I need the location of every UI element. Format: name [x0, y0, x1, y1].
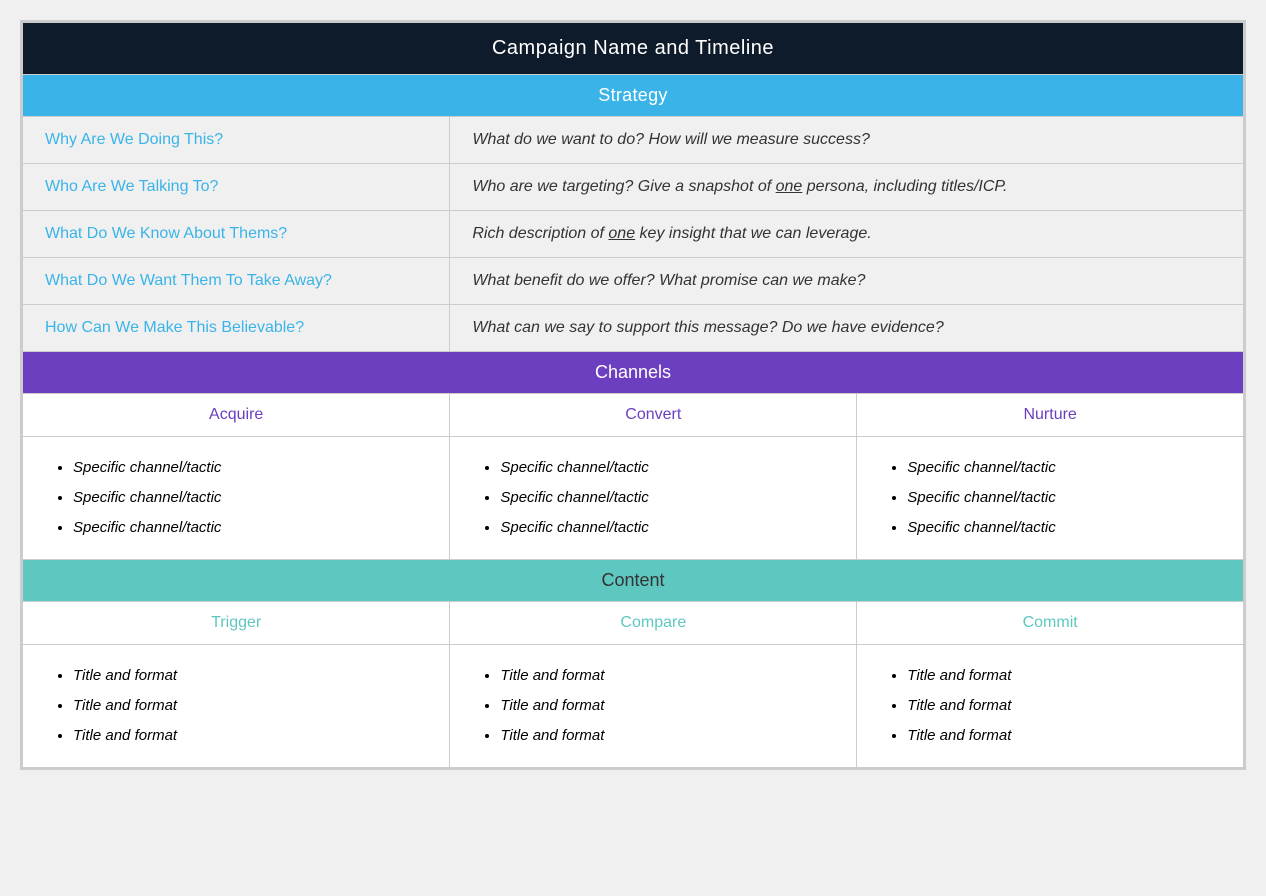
list-item: Specific channel/tactic [907, 453, 1223, 483]
channel-nurture-header: Nurture [857, 394, 1244, 437]
list-item: Specific channel/tactic [73, 453, 429, 483]
strategy-answer-2: Who are we targeting? Give a snapshot of… [450, 164, 1244, 211]
list-item: Specific channel/tactic [500, 513, 836, 543]
header-row: Campaign Name and Timeline [23, 23, 1244, 75]
list-item: Title and format [500, 691, 836, 721]
list-item: Specific channel/tactic [907, 483, 1223, 513]
strategy-row-2: Who Are We Talking To? Who are we target… [23, 164, 1244, 211]
strategy-answer-5: What can we say to support this message?… [450, 305, 1244, 352]
list-item: Specific channel/tactic [907, 513, 1223, 543]
list-item: Specific channel/tactic [73, 483, 429, 513]
strategy-label: Strategy [23, 75, 1244, 117]
content-label: Content [23, 560, 1244, 602]
list-item: Title and format [73, 691, 429, 721]
channels-col-headers: Acquire Convert Nurture [23, 394, 1244, 437]
strategy-answer-4: What benefit do we offer? What promise c… [450, 258, 1244, 305]
list-item: Specific channel/tactic [500, 483, 836, 513]
channel-convert-header: Convert [450, 394, 857, 437]
content-commit-header: Commit [857, 602, 1244, 645]
list-item: Title and format [500, 721, 836, 751]
channels-label: Channels [23, 352, 1244, 394]
strategy-question-4: What Do We Want Them To Take Away? [23, 258, 450, 305]
channel-nurture-items: Specific channel/tactic Specific channel… [857, 437, 1244, 560]
strategy-question-5: How Can We Make This Believable? [23, 305, 450, 352]
content-trigger-header: Trigger [23, 602, 450, 645]
list-item: Title and format [73, 721, 429, 751]
content-trigger-items: Title and format Title and format Title … [23, 645, 450, 768]
channel-acquire-items: Specific channel/tactic Specific channel… [23, 437, 450, 560]
strategy-answer-3: Rich description of one key insight that… [450, 211, 1244, 258]
content-section-header: Content [23, 560, 1244, 602]
strategy-row-3: What Do We Know About Thems? Rich descri… [23, 211, 1244, 258]
list-item: Title and format [907, 721, 1223, 751]
content-compare-header: Compare [450, 602, 857, 645]
list-item: Specific channel/tactic [500, 453, 836, 483]
list-item: Specific channel/tactic [73, 513, 429, 543]
strategy-section-header: Strategy [23, 75, 1244, 117]
list-item: Title and format [907, 661, 1223, 691]
list-item: Title and format [907, 691, 1223, 721]
strategy-question-1: Why Are We Doing This? [23, 117, 450, 164]
content-commit-items: Title and format Title and format Title … [857, 645, 1244, 768]
strategy-row-1: Why Are We Doing This? What do we want t… [23, 117, 1244, 164]
strategy-row-4: What Do We Want Them To Take Away? What … [23, 258, 1244, 305]
channel-convert-items: Specific channel/tactic Specific channel… [450, 437, 857, 560]
strategy-question-2: Who Are We Talking To? [23, 164, 450, 211]
list-item: Title and format [73, 661, 429, 691]
content-compare-items: Title and format Title and format Title … [450, 645, 857, 768]
channels-section-header: Channels [23, 352, 1244, 394]
channels-data-row: Specific channel/tactic Specific channel… [23, 437, 1244, 560]
strategy-row-5: How Can We Make This Believable? What ca… [23, 305, 1244, 352]
strategy-question-3: What Do We Know About Thems? [23, 211, 450, 258]
channel-acquire-header: Acquire [23, 394, 450, 437]
list-item: Title and format [500, 661, 836, 691]
strategy-answer-1: What do we want to do? How will we measu… [450, 117, 1244, 164]
content-col-headers: Trigger Compare Commit [23, 602, 1244, 645]
campaign-title: Campaign Name and Timeline [23, 23, 1244, 75]
content-data-row: Title and format Title and format Title … [23, 645, 1244, 768]
